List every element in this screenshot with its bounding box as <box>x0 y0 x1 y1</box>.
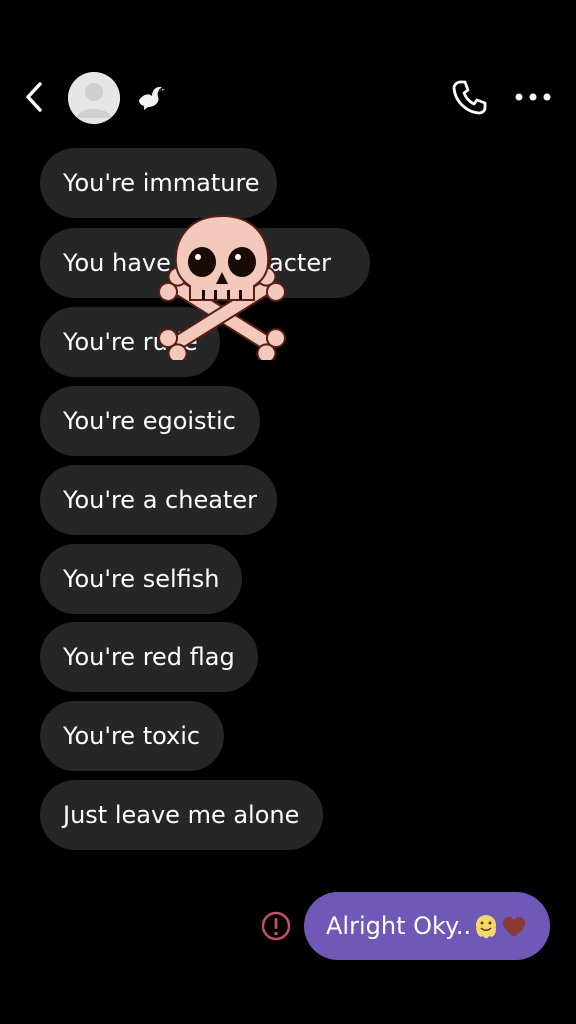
message-text: You're selfish <box>63 565 220 593</box>
message-text: Just leave me alone <box>63 801 300 829</box>
message-bubble[interactable]: You're selfish <box>40 544 242 614</box>
message-text: You're red flag <box>63 643 235 671</box>
message-bubble[interactable]: You're red flag <box>40 622 258 692</box>
message-bubble[interactable]: Just leave me alone <box>40 780 323 850</box>
message-text: You're a cheater <box>63 486 257 514</box>
brown-heart-emoji <box>503 917 526 937</box>
message-bubble[interactable]: You're immature <box>40 148 277 218</box>
message-bubble[interactable]: You're a cheater <box>40 465 277 535</box>
phone-icon[interactable] <box>450 78 488 116</box>
sent-message-text: Alright Oky.. <box>326 912 472 940</box>
skull-and-crossbones-sticker <box>158 214 286 360</box>
message-bubble[interactable]: You're egoistic <box>40 386 260 456</box>
dove-icon <box>139 86 165 110</box>
message-text: You're immature <box>63 169 260 197</box>
error-alert-icon[interactable] <box>260 910 292 942</box>
sent-message-row: Alright Oky.. <box>260 892 552 960</box>
melting-face-emoji <box>476 915 497 939</box>
default-avatar-icon <box>68 72 120 124</box>
message-text: You're egoistic <box>63 407 236 435</box>
avatar[interactable] <box>68 72 120 124</box>
message-text: You're toxic <box>63 722 201 750</box>
more-horizontal-icon[interactable] <box>514 88 552 106</box>
message-bubble[interactable]: You're toxic <box>40 701 224 771</box>
chevron-left-icon[interactable] <box>20 80 50 114</box>
sent-message-bubble[interactable]: Alright Oky.. <box>304 892 550 960</box>
chat-header <box>0 0 576 140</box>
